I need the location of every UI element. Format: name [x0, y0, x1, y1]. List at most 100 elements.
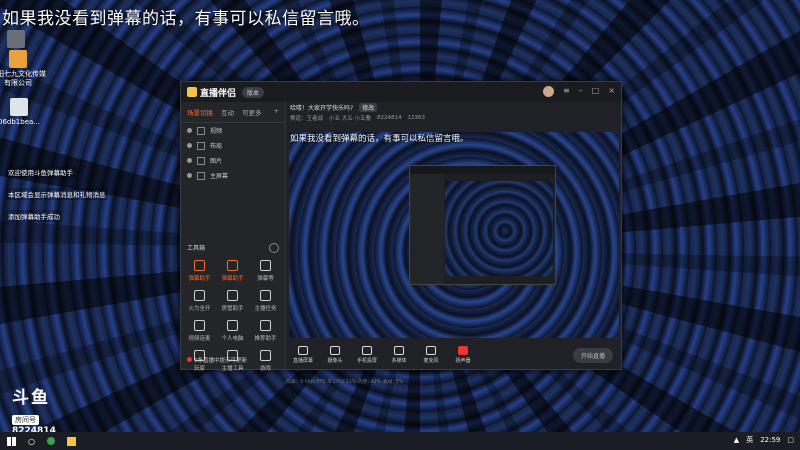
scene-label: 主屏幕	[210, 173, 229, 180]
eye-icon[interactable]	[187, 158, 192, 163]
phone-cast-button[interactable]: 手机投屏	[352, 345, 382, 364]
checkbox[interactable]	[197, 141, 205, 150]
scene-item[interactable]: 图片	[181, 153, 285, 168]
tool-label: 弹幕助手	[221, 276, 244, 282]
scene-item[interactable]: 布局	[181, 138, 285, 153]
tool-label: 视频连麦	[188, 336, 211, 342]
app-taskbar-icon[interactable]	[66, 436, 76, 446]
media-button[interactable]: 多媒体	[384, 345, 414, 364]
recommend-icon	[260, 320, 271, 331]
tool-7[interactable]: 视频连麦	[183, 320, 216, 342]
tool-label: 个人电脑	[221, 336, 244, 342]
screen-button[interactable]: 直播屏幕	[288, 345, 318, 364]
windows-start-icon[interactable]	[7, 436, 16, 446]
tab-more[interactable]: 可更多	[242, 107, 262, 117]
preview-overlay-text: 如果我没看到弹幕的话，有事可以私信留言哦。	[290, 134, 469, 144]
scene-label: 视频	[210, 128, 223, 135]
network-icon[interactable]: ▲	[734, 436, 739, 444]
tool-12[interactable]: 游戏	[249, 350, 282, 372]
camera-icon	[330, 345, 340, 355]
title-bar: 直播伴侣 版本 ≡ – □ ×	[181, 82, 621, 102]
version-badge[interactable]: 版本	[242, 86, 265, 98]
tool-4[interactable]: 火力全开	[183, 290, 216, 312]
danmu-message: 添加弹幕助手成功	[6, 210, 62, 222]
scene-item[interactable]: 主屏幕	[181, 168, 285, 183]
ime-indicator[interactable]: 英	[746, 435, 753, 445]
danmu-message: 欢迎使用斗鱼弹幕助手	[6, 166, 75, 178]
clock[interactable]: 22:59	[760, 436, 780, 444]
tool-6[interactable]: 主播任务	[249, 290, 282, 312]
info-item: 8224814	[377, 114, 402, 121]
brand-icon	[187, 87, 197, 97]
edit-room-button[interactable]: 修改	[359, 103, 378, 112]
avatar[interactable]	[543, 86, 555, 97]
status-bar: 码率：0 kb/s FPS: 0 CPU: 11% 内存: 42% 丢帧: 0%	[286, 380, 404, 385]
tool-9[interactable]: 推荐助手	[249, 320, 282, 342]
download-icon	[227, 320, 238, 331]
live-companion-window: 直播伴侣 版本 ≡ – □ × 场景切换 互动 可更多 + 视频 布局 图片 主…	[180, 81, 622, 385]
tool-5[interactable]: 房管助手	[216, 290, 249, 312]
folder-icon	[9, 50, 27, 68]
add-icon[interactable]: +	[274, 107, 279, 117]
tool-danmu[interactable]: 弹幕助手	[183, 260, 216, 282]
game-icon	[260, 350, 271, 361]
tab-interact[interactable]: 互动	[221, 107, 234, 117]
red-dot-icon	[187, 357, 192, 362]
settings-icon[interactable]	[269, 243, 279, 253]
checkbox[interactable]	[197, 171, 205, 180]
nested-preview	[445, 181, 553, 276]
info-item: 小五 大五 小五叠	[329, 115, 372, 122]
button-label: 多媒体	[391, 357, 407, 364]
play-icon	[394, 345, 404, 355]
tool-label: 弹幕助手	[188, 276, 211, 282]
tool-label: 游戏	[259, 366, 271, 372]
checkbox[interactable]	[197, 156, 205, 165]
desktop-icon-file[interactable]: 06db1bea...	[0, 98, 49, 127]
eye-icon[interactable]	[187, 173, 192, 178]
tool-label: 房管助手	[221, 306, 244, 312]
mic-button[interactable]: 麦克风	[416, 345, 446, 364]
taskview-icon[interactable]	[46, 437, 55, 445]
danmu-icon	[194, 260, 205, 271]
close-icon[interactable]: ×	[608, 86, 615, 97]
maximize-icon[interactable]: □	[592, 86, 600, 97]
douyu-logo: 斗鱼 房间号 8224814	[12, 389, 56, 436]
tool-8[interactable]: 个人电脑	[216, 320, 249, 342]
info-item: 12363	[407, 114, 426, 121]
room-label: 房间号	[12, 415, 39, 425]
tool-label: 玩家	[193, 366, 205, 372]
phone-icon	[362, 345, 372, 355]
room-info-row: 赛道：王者战 小五 大五 小五叠 8224814 12363	[286, 113, 621, 122]
desktop-icon-label: 06db1bea...	[0, 118, 40, 126]
live-preview[interactable]: 如果我没看到弹幕的话，有事可以私信留言哦。	[289, 132, 619, 338]
desktop-icon-company[interactable]: 沈阳七九文化传媒有限公司	[0, 50, 48, 88]
right-panel: 哈喽！大家开学快乐吗? 修改 赛道：王者战 小五 大五 小五叠 8224814 …	[286, 102, 621, 385]
checkbox[interactable]	[197, 126, 205, 135]
tab-scenes[interactable]: 场景切换	[187, 107, 213, 117]
video-icon	[194, 320, 205, 331]
room-title: 哈喽！大家开学快乐吗?	[290, 105, 354, 112]
camera-button[interactable]: 摄像头	[320, 345, 350, 364]
tool-3[interactable]: 弹幕等	[249, 260, 282, 282]
menu-icon[interactable]: ≡	[563, 86, 570, 97]
eye-icon[interactable]	[187, 128, 192, 133]
danmu-overlay-text: 如果我没看到弹幕的话，有事可以私信留言哦。	[2, 9, 370, 29]
minimize-icon[interactable]: –	[579, 86, 583, 97]
nested-left-panel	[410, 174, 444, 284]
bottom-toolbar: 直播屏幕 摄像头 手机投屏 多媒体 麦克风 扬声器 开始直播	[286, 340, 621, 369]
brand-name: 直播伴侣	[200, 88, 237, 99]
room-title-row: 哈喽！大家开学快乐吗? 修改	[286, 102, 621, 113]
notification-icon[interactable]: ▢	[787, 436, 794, 444]
speaker-icon	[458, 345, 468, 355]
update-hint[interactable]: 5条直播中提示可更新	[187, 356, 247, 364]
start-live-button[interactable]: 开始直播	[572, 348, 613, 363]
scene-item[interactable]: 视频	[181, 123, 285, 138]
eye-icon[interactable]	[187, 143, 192, 148]
speaker-button[interactable]: 扬声器	[448, 345, 478, 364]
tool-danmu-2[interactable]: 弹幕助手	[216, 260, 249, 282]
button-label: 直播屏幕	[292, 357, 313, 364]
user-icon	[227, 290, 238, 301]
tool-icon	[260, 260, 271, 271]
toolbox-header: 工具箱	[187, 243, 279, 253]
search-icon[interactable]: ○	[28, 437, 35, 446]
